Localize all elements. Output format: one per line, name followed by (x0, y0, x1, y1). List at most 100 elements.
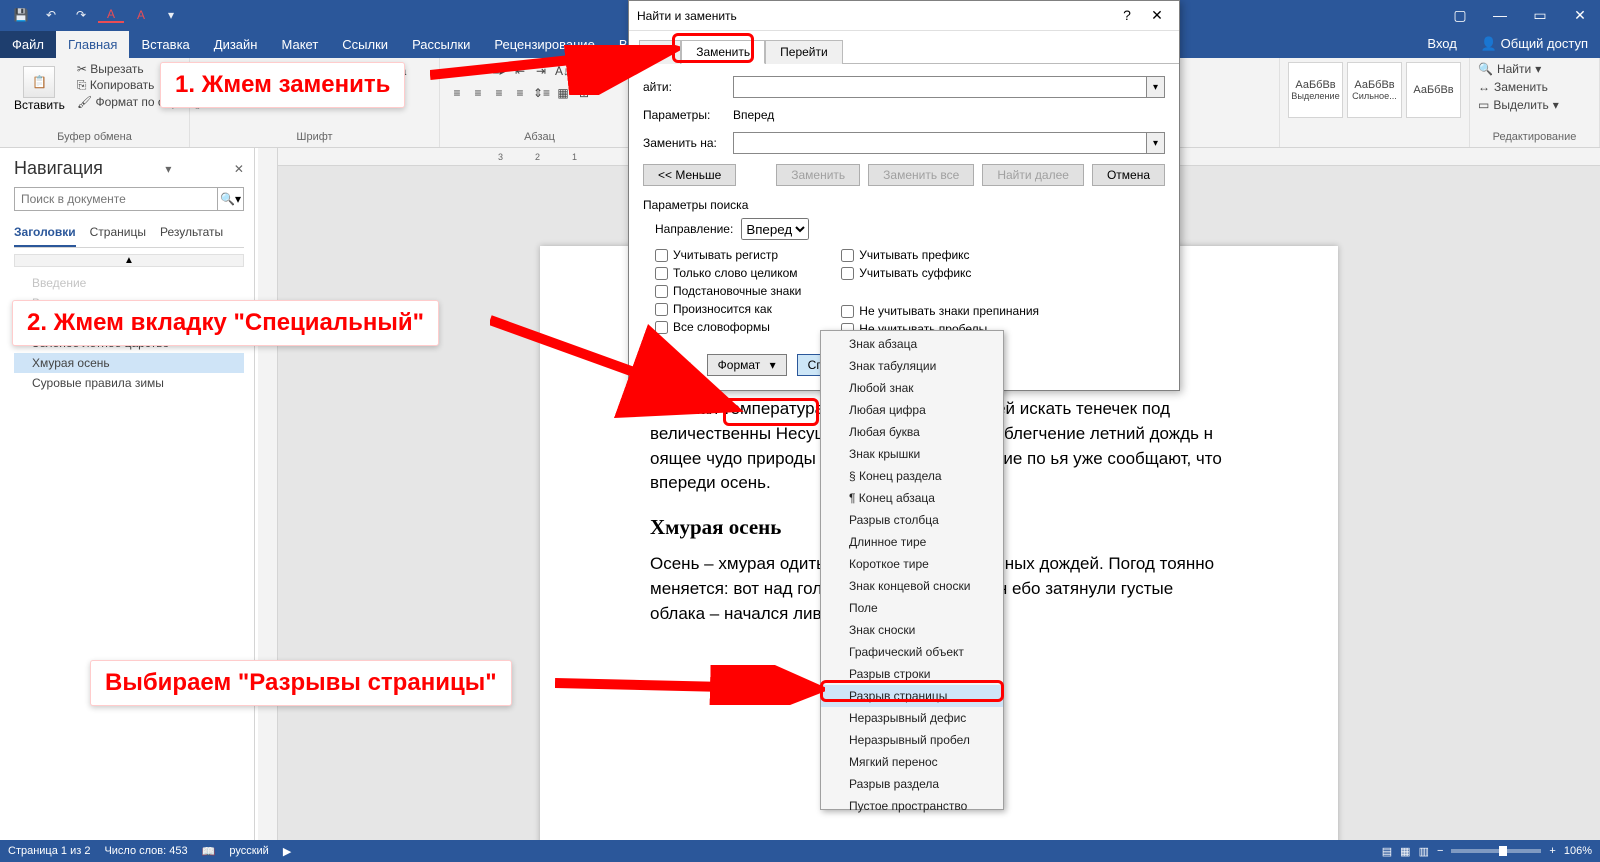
tab-mailings[interactable]: Рассылки (400, 31, 482, 58)
style-box[interactable]: АаБбВв (1406, 62, 1461, 118)
special-menu-item[interactable]: Неразрывный пробел (821, 729, 1003, 751)
highlight-icon[interactable]: A (128, 8, 154, 22)
less-button[interactable]: << Меньше (643, 164, 736, 186)
special-menu-item[interactable]: Мягкий перенос (821, 751, 1003, 773)
opt-wildcards[interactable]: Подстановочные знаки (655, 284, 801, 298)
opt-sounds-like[interactable]: Произносится как (655, 302, 801, 316)
find-button[interactable]: 🔍 Найти ▾ (1478, 62, 1591, 76)
nav-close-icon[interactable]: ✕ (234, 162, 244, 176)
numbering-icon[interactable]: 1≡ (469, 62, 487, 80)
tab-layout[interactable]: Макет (269, 31, 330, 58)
dialog-close-icon[interactable]: ✕ (1143, 7, 1171, 24)
save-icon[interactable]: 💾 (8, 8, 34, 22)
view-read-icon[interactable]: ▤ (1382, 845, 1392, 858)
replace-combo[interactable]: ▾ (733, 132, 1165, 154)
replace-input[interactable] (734, 133, 1146, 153)
special-menu-item[interactable]: Графический объект (821, 641, 1003, 663)
special-menu-item[interactable]: Знак сноски (821, 619, 1003, 641)
replace-button[interactable]: ↔ Заменить (1478, 80, 1591, 94)
tab-file[interactable]: Файл (0, 31, 56, 58)
account-icon[interactable]: ▢ (1440, 7, 1480, 24)
status-macro-icon[interactable]: ▶ (283, 845, 291, 858)
select-button[interactable]: ▭ Выделить ▾ (1478, 98, 1591, 112)
special-menu-item[interactable]: Любой знак (821, 377, 1003, 399)
zoom-slider[interactable] (1451, 849, 1541, 853)
special-menu-item[interactable]: Короткое тире (821, 553, 1003, 575)
search-icon[interactable]: 🔍▾ (217, 188, 243, 210)
close-window-icon[interactable]: ✕ (1560, 7, 1600, 24)
sort-icon[interactable]: A↓ (553, 62, 571, 80)
special-menu-item[interactable]: § Конец раздела (821, 465, 1003, 487)
align-left-icon[interactable]: ≡ (448, 84, 466, 102)
minimize-icon[interactable]: — (1480, 7, 1520, 24)
dialog-tab-find[interactable]: ти (639, 40, 681, 64)
font-color-icon[interactable]: A (98, 7, 124, 23)
special-menu-item[interactable]: Разрыв раздела (821, 773, 1003, 795)
special-menu-item[interactable]: Любая цифра (821, 399, 1003, 421)
special-menu-item[interactable]: Любая буква (821, 421, 1003, 443)
multilevel-icon[interactable]: ≡▸ (490, 62, 508, 80)
special-menu-item[interactable]: ¶ Конец абзаца (821, 487, 1003, 509)
nav-collapse-icon[interactable]: ▲ (14, 254, 244, 267)
special-menu-item[interactable]: Разрыв столбца (821, 509, 1003, 531)
zoom-out-icon[interactable]: − (1437, 845, 1443, 857)
opt-suffix[interactable]: Учитывать суффикс (841, 266, 1039, 280)
maximize-icon[interactable]: ▭ (1520, 7, 1560, 24)
tab-review[interactable]: Рецензирование (482, 31, 606, 58)
nav-heading-item[interactable]: Введение (14, 273, 244, 293)
opt-match-case[interactable]: Учитывать регистр (655, 248, 801, 262)
tab-references[interactable]: Ссылки (330, 31, 400, 58)
qat-more-icon[interactable]: ▾ (158, 8, 184, 22)
dialog-tab-replace[interactable]: Заменить (681, 40, 765, 64)
cancel-button[interactable]: Отмена (1092, 164, 1165, 186)
show-marks-icon[interactable]: ¶ (574, 62, 592, 80)
tab-design[interactable]: Дизайн (202, 31, 270, 58)
borders-icon[interactable]: ⊞ (575, 84, 593, 102)
align-right-icon[interactable]: ≡ (490, 84, 508, 102)
status-page[interactable]: Страница 1 из 2 (8, 845, 90, 857)
increase-indent-icon[interactable]: ⇥ (532, 62, 550, 80)
tab-insert[interactable]: Вставка (129, 31, 201, 58)
find-next-button[interactable]: Найти далее (982, 164, 1084, 186)
opt-prefix[interactable]: Учитывать префикс (841, 248, 1039, 262)
nav-dropdown-icon[interactable]: ▾ (165, 162, 171, 176)
format-button[interactable]: Формат ▾ (707, 354, 787, 376)
paste-button[interactable]: 📋 Вставить (8, 62, 71, 116)
dialog-titlebar[interactable]: Найти и заменить ? ✕ (629, 1, 1179, 31)
line-spacing-icon[interactable]: ⇕≡ (532, 84, 551, 102)
style-box[interactable]: АаБбВвВыделение (1288, 62, 1343, 118)
decrease-indent-icon[interactable]: ⇤ (511, 62, 529, 80)
zoom-value[interactable]: 106% (1564, 845, 1592, 857)
nav-tab-results[interactable]: Результаты (160, 221, 223, 247)
tab-share[interactable]: 👤 Общий доступ (1469, 30, 1600, 58)
direction-select[interactable]: Вперед (741, 218, 809, 240)
view-web-icon[interactable]: ▥ (1419, 845, 1429, 858)
redo-icon[interactable]: ↷ (68, 8, 94, 22)
nav-heading-item[interactable]: Суровые правила зимы (14, 373, 244, 393)
opt-whole-word[interactable]: Только слово целиком (655, 266, 801, 280)
special-menu-item[interactable]: Неразрывный дефис (821, 707, 1003, 729)
chevron-down-icon[interactable]: ▾ (1146, 77, 1164, 97)
special-menu-item[interactable]: Знак концевой сноски (821, 575, 1003, 597)
find-combo[interactable]: ▾ (733, 76, 1165, 98)
special-menu-item[interactable]: Пустое пространство (821, 795, 1003, 817)
status-language[interactable]: русский (229, 845, 268, 857)
opt-ignore-punct[interactable]: Не учитывать знаки препинания (841, 304, 1039, 318)
undo-icon[interactable]: ↶ (38, 8, 64, 22)
special-menu-item[interactable]: Знак абзаца (821, 333, 1003, 355)
replace-one-button[interactable]: Заменить (776, 164, 860, 186)
tab-signin[interactable]: Вход (1415, 30, 1468, 58)
special-menu-item[interactable]: Разрыв строки (821, 663, 1003, 685)
special-menu-item[interactable]: Поле (821, 597, 1003, 619)
find-input[interactable] (734, 77, 1146, 97)
align-center-icon[interactable]: ≡ (469, 84, 487, 102)
style-box[interactable]: АаБбВвСильное... (1347, 62, 1402, 118)
nav-heading-item[interactable]: Хмурая осень (14, 353, 244, 373)
nav-tab-headings[interactable]: Заголовки (14, 221, 76, 247)
view-print-icon[interactable]: ▦ (1400, 845, 1410, 858)
status-words[interactable]: Число слов: 453 (104, 845, 187, 857)
nav-tab-pages[interactable]: Страницы (90, 221, 146, 247)
special-menu-item[interactable]: Знак табуляции (821, 355, 1003, 377)
opt-word-forms[interactable]: Все словоформы (655, 320, 801, 334)
special-dropdown[interactable]: Знак абзацаЗнак табуляцииЛюбой знакЛюбая… (820, 330, 1004, 810)
